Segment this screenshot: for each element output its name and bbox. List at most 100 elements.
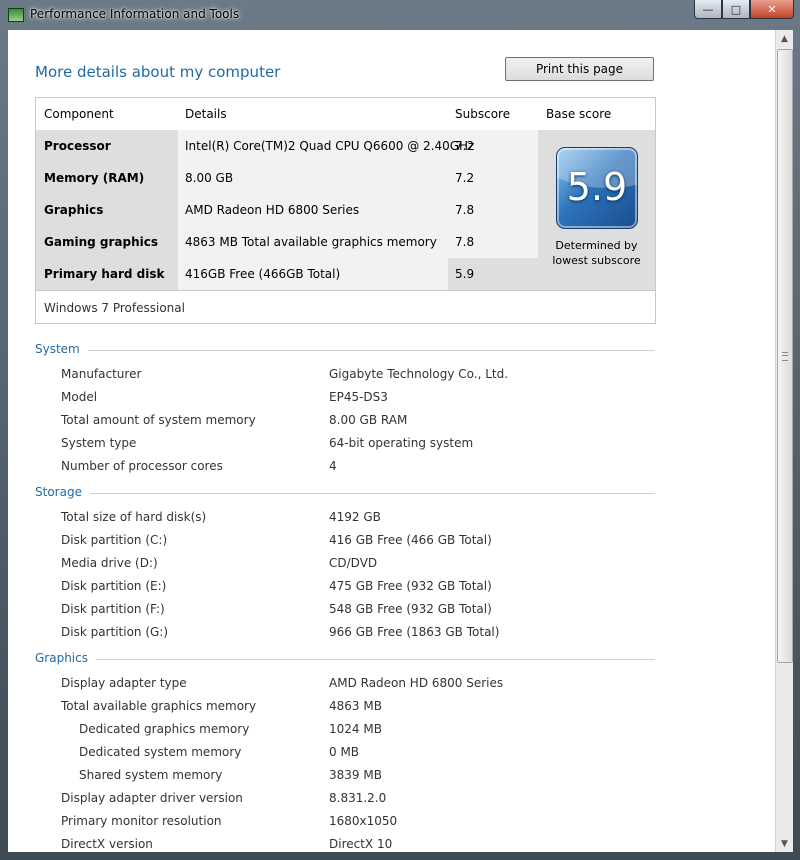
- scrollbar-thumb[interactable]: [777, 49, 793, 663]
- info-label: Dedicated system memory: [79, 745, 242, 759]
- info-value: 8.00 GB RAM: [329, 413, 408, 427]
- grip-icon: [782, 352, 788, 361]
- info-row: Total size of hard disk(s) 4192 GB: [8, 510, 775, 530]
- info-label: Total size of hard disk(s): [61, 510, 207, 524]
- component-details: 4863 MB Total available graphics memory: [185, 235, 437, 249]
- info-row: Disk partition (G:) 966 GB Free (1863 GB …: [8, 625, 775, 645]
- info-row: DirectX version DirectX 10: [8, 837, 775, 852]
- info-row: Primary monitor resolution 1680x1050: [8, 814, 775, 834]
- window-title: Performance Information and Tools: [30, 7, 240, 21]
- info-value: 3839 MB: [329, 768, 382, 782]
- info-row: Shared system memory 3839 MB: [8, 768, 775, 788]
- info-label: Number of processor cores: [61, 459, 223, 473]
- component-name: Graphics: [44, 203, 104, 217]
- score-row-gaming-graphics: Gaming graphics 4863 MB Total available …: [36, 226, 538, 258]
- score-row-primary-hard-disk: Primary hard disk 416GB Free (466GB Tota…: [36, 258, 538, 290]
- maximize-icon: □: [730, 2, 742, 16]
- info-label: Media drive (D:): [61, 556, 158, 570]
- window: Performance Information and Tools — □ ✕ …: [0, 0, 800, 860]
- section-title: System: [35, 342, 88, 356]
- info-row: Disk partition (E:) 475 GB Free (932 GB T…: [8, 579, 775, 599]
- close-icon: ✕: [767, 2, 777, 16]
- os-edition: Windows 7 Professional: [44, 301, 185, 315]
- close-button[interactable]: ✕: [750, 0, 794, 19]
- info-value: CD/DVD: [329, 556, 378, 570]
- info-label: Manufacturer: [61, 367, 142, 381]
- info-value: 0 MB: [329, 745, 360, 759]
- component-name: Gaming graphics: [44, 235, 158, 249]
- print-page-button[interactable]: Print this page: [505, 57, 654, 81]
- info-value: 966 GB Free (1863 GB Total): [329, 625, 500, 639]
- info-row: Dedicated system memory 0 MB: [8, 745, 775, 765]
- maximize-button[interactable]: □: [722, 0, 750, 19]
- info-value: 1680x1050: [329, 814, 398, 828]
- info-value: AMD Radeon HD 6800 Series: [329, 676, 504, 690]
- info-label: Primary monitor resolution: [61, 814, 222, 828]
- info-value: 4: [329, 459, 337, 473]
- info-value: EP45-DS3: [329, 390, 388, 404]
- header-base-score: Base score: [546, 107, 612, 121]
- info-label: Display adapter type: [61, 676, 187, 690]
- info-row: Dedicated graphics memory 1024 MB: [8, 722, 775, 742]
- window-controls: — □ ✕: [694, 0, 794, 20]
- info-value: 4192 GB: [329, 510, 381, 524]
- page-title: More details about my computer: [35, 63, 281, 81]
- content-area: More details about my computer Print thi…: [8, 30, 775, 852]
- info-value: 416 GB Free (466 GB Total): [329, 533, 492, 547]
- score-table: Component Details Subscore Base score Pr…: [35, 97, 656, 324]
- info-label: Display adapter driver version: [61, 791, 243, 805]
- info-row: Disk partition (C:) 416 GB Free (466 GB T…: [8, 533, 775, 553]
- base-score-value: 5.9: [566, 165, 628, 209]
- header-details: Details: [185, 107, 227, 121]
- minimize-icon: —: [702, 2, 714, 16]
- component-name: Memory (RAM): [44, 171, 145, 185]
- scroll-up-arrow-icon[interactable]: ▲: [776, 30, 793, 47]
- component-name: Processor: [44, 139, 111, 153]
- header-component: Component: [44, 107, 114, 121]
- component-details: AMD Radeon HD 6800 Series: [185, 203, 360, 217]
- info-label: Model: [61, 390, 98, 404]
- info-row: Display adapter type AMD Radeon HD 6800 S…: [8, 676, 775, 696]
- info-row: Total amount of system memory 8.00 GB RAM: [8, 413, 775, 433]
- info-label: Dedicated graphics memory: [79, 722, 250, 736]
- component-subscore: 7.8: [455, 203, 475, 217]
- score-row-processor: Processor Intel(R) Core(TM)2 Quad CPU Q6…: [36, 130, 538, 162]
- base-score-panel: 5.9 Determined by lowest subscore: [538, 130, 655, 290]
- performance-app-icon: [8, 8, 24, 22]
- title-bar[interactable]: Performance Information and Tools — □ ✕: [0, 0, 800, 30]
- component-details: 416GB Free (466GB Total): [185, 267, 341, 281]
- info-value: 548 GB Free (932 GB Total): [329, 602, 492, 616]
- info-value: DirectX 10: [329, 837, 393, 851]
- info-row: Disk partition (F:) 548 GB Free (932 GB T…: [8, 602, 775, 622]
- info-row: System type 64-bit operating system: [8, 436, 775, 456]
- component-subscore: 5.9: [455, 267, 475, 281]
- info-row: Manufacturer Gigabyte Technology Co., Ltd…: [8, 367, 775, 387]
- score-row-memory: Memory (RAM) 8.00 GB 7.2: [36, 162, 538, 194]
- info-label: Total amount of system memory: [61, 413, 256, 427]
- info-value: 8.831.2.0: [329, 791, 387, 805]
- header-subscore: Subscore: [455, 107, 511, 121]
- score-row-graphics: Graphics AMD Radeon HD 6800 Series 7.8: [36, 194, 538, 226]
- info-value: 4863 MB: [329, 699, 382, 713]
- base-note-line2: lowest subscore: [552, 254, 641, 267]
- component-name: Primary hard disk: [44, 267, 165, 281]
- vertical-scrollbar[interactable]: ▲ ▼: [775, 30, 793, 852]
- info-label: Disk partition (F:): [61, 602, 165, 616]
- minimize-button[interactable]: —: [694, 0, 722, 19]
- component-subscore: 7.2: [455, 171, 475, 185]
- section-title: Storage: [35, 485, 90, 499]
- section-system: System: [35, 342, 655, 358]
- score-table-header: Component Details Subscore Base score: [36, 98, 655, 130]
- info-label: Total available graphics memory: [61, 699, 257, 713]
- component-subscore: 7.8: [455, 235, 475, 249]
- info-label: System type: [61, 436, 137, 450]
- info-row: Model EP45-DS3: [8, 390, 775, 410]
- base-score-note: Determined by lowest subscore: [538, 238, 655, 268]
- component-details: Intel(R) Core(TM)2 Quad CPU Q6600 @ 2.40…: [185, 139, 475, 153]
- info-value: Gigabyte Technology Co., Ltd.: [329, 367, 509, 381]
- info-value: 64-bit operating system: [329, 436, 474, 450]
- info-label: Disk partition (E:): [61, 579, 167, 593]
- os-edition-row: Windows 7 Professional: [36, 290, 655, 324]
- info-row: Display adapter driver version 8.831.2.0: [8, 791, 775, 811]
- scroll-down-arrow-icon[interactable]: ▼: [776, 835, 793, 852]
